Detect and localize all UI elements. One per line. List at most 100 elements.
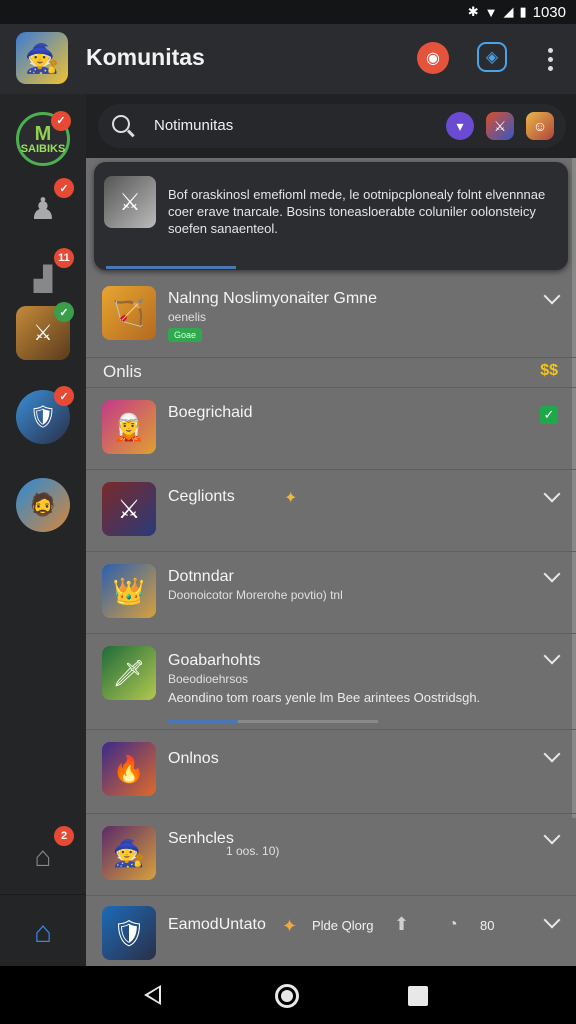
- chevron-down-icon[interactable]: [543, 647, 561, 665]
- notification-badge: 2: [54, 826, 74, 846]
- list-item[interactable]: 🏹 Nalnng Noslimyonaiter Gmne oenelis Goa…: [86, 276, 576, 358]
- row-subtitle: Boeodioehrsos: [168, 672, 249, 686]
- list-item[interactable]: 🧝 Boegrichaid ✓: [86, 388, 576, 470]
- notification-badge: ✓: [54, 386, 74, 406]
- progress-bar: [106, 266, 236, 269]
- search-bar-area: Notimunitas ▾ ⚔ ☺: [86, 94, 576, 158]
- game-thumbnail: 🗡: [102, 646, 156, 700]
- coin-badge: $$: [540, 362, 558, 379]
- progress-bar: [168, 720, 238, 723]
- list-item[interactable]: 🔥 Onlnos: [86, 730, 576, 814]
- game-thumbnail: 🧙: [102, 826, 156, 880]
- chevron-down-icon[interactable]: [543, 287, 561, 305]
- sidebar-item-home[interactable]: ⌂: [16, 906, 70, 960]
- notification-badge: ✓: [54, 178, 74, 198]
- list-item[interactable]: 🗡 Goabarhohts Boeodioehrsos Aeondino tom…: [86, 634, 576, 730]
- logo-letter: M: [34, 122, 52, 145]
- sidebar-item-game-2[interactable]: 🛡 ✓: [16, 386, 74, 444]
- sidebar-item-houses[interactable]: ⌂ 2: [16, 826, 74, 884]
- chevron-down-icon[interactable]: [543, 745, 561, 763]
- search-text: Notimunitas: [154, 117, 234, 134]
- row-subtitle: oenelis: [168, 310, 207, 324]
- knight-icon: ⚔: [104, 176, 156, 228]
- page-title: Komunitas: [86, 44, 205, 70]
- row-description: Aeondino tom roars yenle lm Bee arintees…: [168, 690, 481, 705]
- sidebar-divider: [0, 894, 86, 895]
- community-list[interactable]: ⚔ Bof oraskinosl emefioml mede, le ootni…: [86, 158, 576, 966]
- chevron-down-icon[interactable]: [543, 827, 561, 845]
- section-label: Onlis: [103, 362, 142, 381]
- row-subtitle: 1 oos. 10): [226, 844, 280, 858]
- sidebar-item-game-3[interactable]: 🧔: [16, 478, 70, 532]
- sidebar: M SAIBIKS ✓ ♟ ✓ ▟ 11 ⚔ ✓ 🛡 ✓ 🧔 ⌂ 2 ⌂: [0, 94, 86, 966]
- status-time: 1030: [532, 3, 566, 21]
- home-button-icon[interactable]: [275, 984, 299, 1008]
- game-thumbnail: 🧝: [102, 400, 156, 454]
- list-item[interactable]: 🛡 EamodUntato ✦ Plde Qlorg ⬆ ◔ 80: [86, 896, 576, 966]
- shield-icon: ◈: [485, 49, 499, 66]
- home-icon: ⌂: [33, 916, 53, 949]
- row-extra-text: Plde Qlorg: [312, 918, 374, 933]
- user-icon: ♟: [29, 192, 57, 226]
- notification-badge: ✓: [51, 111, 71, 131]
- list-item[interactable]: 🧙 Senhcles 1 oos. 10): [86, 814, 576, 896]
- search-icon: [112, 115, 130, 133]
- check-icon[interactable]: ✓: [540, 406, 558, 424]
- sidebar-item-user[interactable]: ♟ ✓: [16, 178, 74, 236]
- game-avatar-icon: 🧔: [29, 492, 57, 517]
- sidebar-item-stats[interactable]: ▟ 11: [16, 248, 74, 306]
- logo-text: SAIBIKS: [20, 142, 66, 155]
- game-avatar-icon: 🛡: [29, 404, 57, 429]
- wifi-icon: ▼: [484, 4, 498, 20]
- notification-button[interactable]: ◉: [417, 42, 449, 74]
- bluetooth-icon: ✱: [467, 4, 479, 19]
- recent-apps-icon[interactable]: [408, 986, 428, 1006]
- hero-icon[interactable]: ☺: [526, 112, 554, 140]
- avatar-icon: 🧙: [24, 42, 60, 74]
- row-title: Goabarhohts: [168, 652, 261, 669]
- row-title: Ceglionts: [168, 488, 235, 505]
- row-title: Dotnndar: [168, 568, 234, 585]
- search-input[interactable]: Notimunitas ▾ ⚔ ☺: [98, 104, 566, 148]
- notice-card[interactable]: ⚔ Bof oraskinosl emefioml mede, le ootni…: [94, 162, 568, 270]
- chevron-down-icon[interactable]: [543, 565, 561, 583]
- app-bar: 🧙 Komunitas ◉ ◈: [0, 24, 576, 94]
- row-title: Nalnng Noslimyonaiter Gmne: [168, 290, 377, 307]
- row-title: Onlnos: [168, 750, 219, 767]
- sword-icon: ✦: [282, 916, 298, 936]
- row-subtitle: Doonoicotor Morerohe povtio) tnl: [168, 588, 343, 602]
- game-thumbnail: 🛡: [102, 906, 156, 960]
- notification-badge: ✓: [54, 302, 74, 322]
- list-item[interactable]: ⚔ Ceglionts ✦: [86, 470, 576, 552]
- game-avatar-icon: ⚔: [33, 320, 53, 345]
- notification-icon: ◉: [426, 50, 440, 67]
- chat-icon[interactable]: ▾: [446, 112, 474, 140]
- house-icon: ⌂: [34, 841, 52, 872]
- battery-icon: ▮: [519, 4, 527, 19]
- sidebar-item-community-logo[interactable]: M SAIBIKS ✓: [16, 111, 71, 166]
- row-title: Senhcles: [168, 830, 234, 847]
- game-thumbnail: 🔥: [102, 742, 156, 796]
- back-icon[interactable]: [144, 985, 161, 1005]
- list-item[interactable]: 👑 Dotnndar Doonoicotor Morerohe povtio) …: [86, 552, 576, 634]
- chevron-down-icon[interactable]: [543, 911, 561, 929]
- progress-track: [238, 720, 378, 723]
- game-thumbnail: 🏹: [102, 286, 156, 340]
- section-header: Onlis $$: [86, 358, 576, 388]
- app-avatar[interactable]: 🧙: [16, 32, 68, 84]
- crossed-swords-icon: ✦: [284, 490, 298, 507]
- row-title: Boegrichaid: [168, 404, 253, 421]
- notification-badge: 11: [54, 248, 74, 268]
- shield-button[interactable]: ◈: [477, 42, 507, 72]
- sidebar-item-game-1[interactable]: ⚔ ✓: [16, 302, 74, 360]
- rank-icon: ⬆: [394, 914, 410, 934]
- status-badge: Goae: [168, 328, 202, 342]
- more-options-icon[interactable]: [538, 42, 562, 76]
- game-thumbnail: ⚔: [102, 482, 156, 536]
- status-bar: ✱ ▼ ◢ ▮ 1030: [0, 0, 576, 24]
- chart-icon: ▟: [33, 265, 53, 293]
- row-count: 80: [480, 918, 495, 933]
- row-title: EamodUntato: [168, 916, 266, 933]
- game-icon[interactable]: ⚔: [486, 112, 514, 140]
- chevron-down-icon[interactable]: [543, 485, 561, 503]
